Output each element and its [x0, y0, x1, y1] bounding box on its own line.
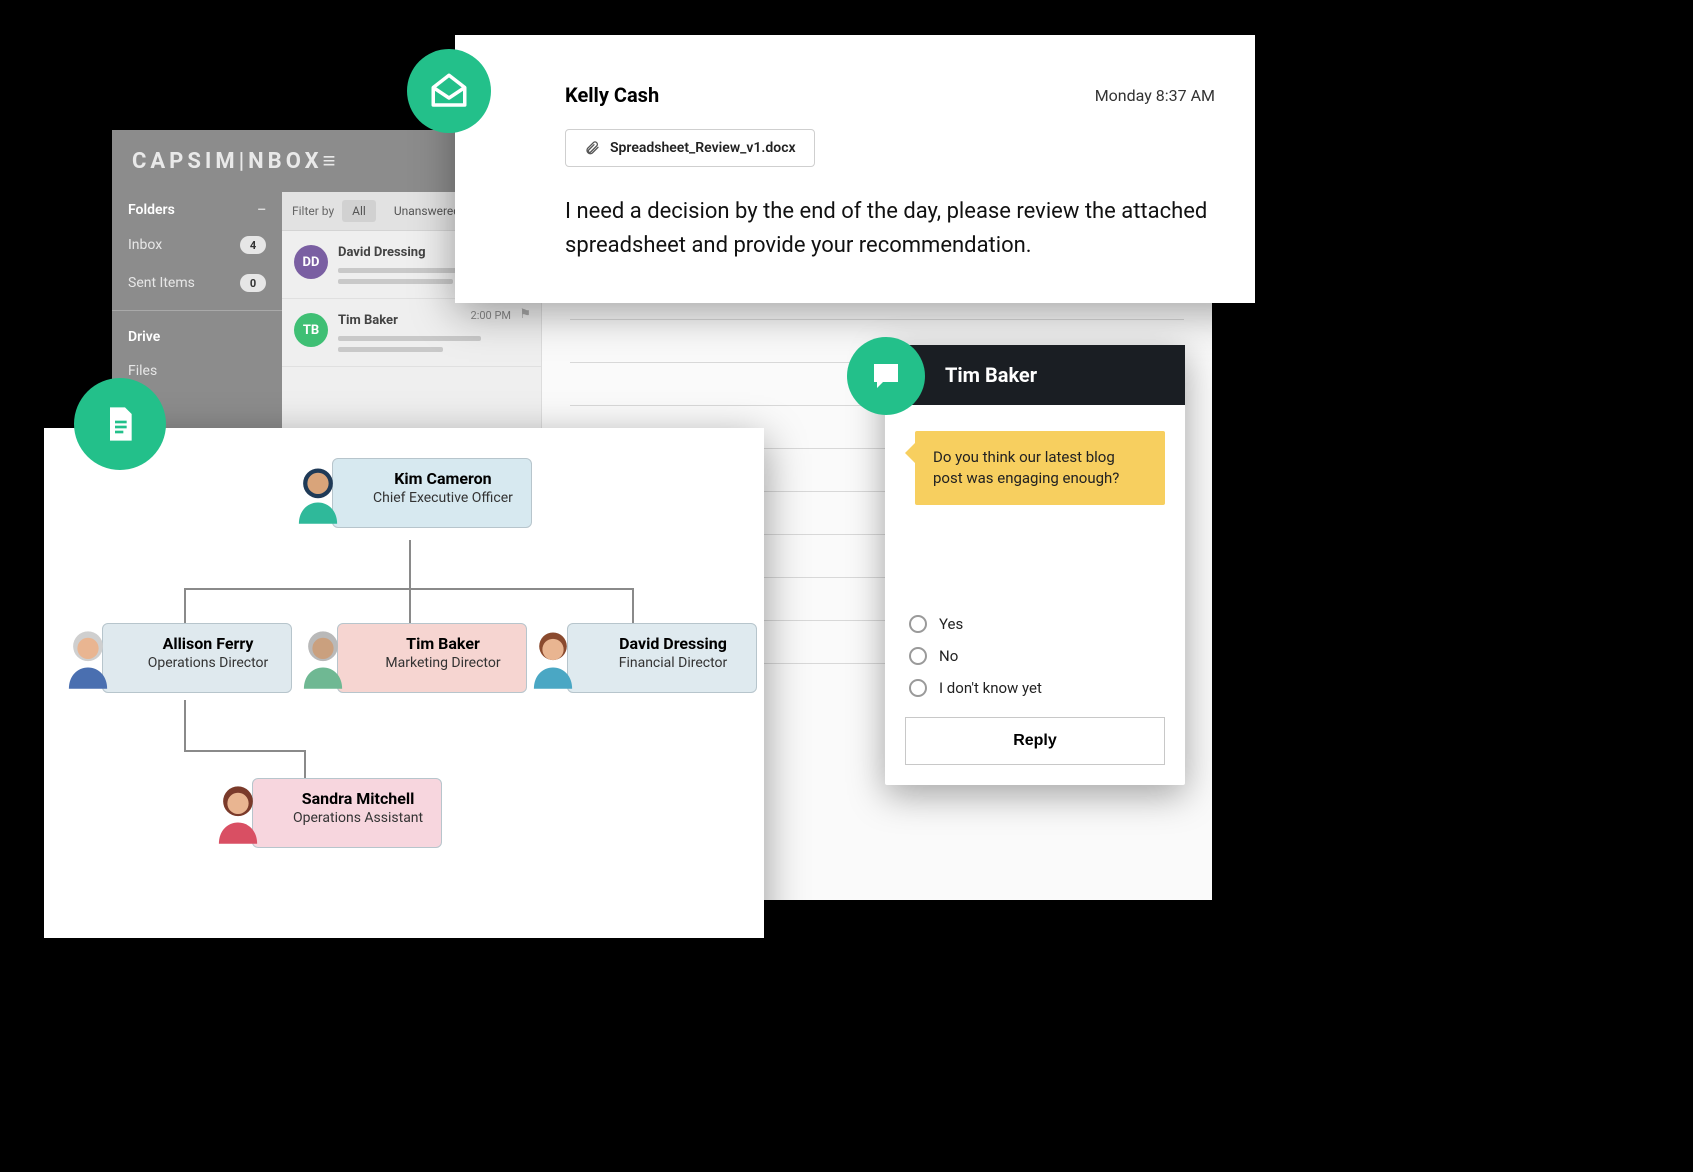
sidebar-item-inbox[interactable]: Inbox 4 [112, 226, 282, 264]
chat-icon [847, 337, 925, 415]
chat-option[interactable]: I don't know yet [909, 679, 1165, 697]
divider [112, 310, 282, 311]
person-name: Sandra Mitchell [293, 789, 423, 808]
email-timestamp: Monday 8:37 AM [1095, 86, 1215, 105]
person-title: Operations Director [143, 655, 273, 671]
filter-label: Filter by [292, 204, 334, 218]
person-card: Sandra Mitchell Operations Assistant [252, 778, 442, 848]
chat-sender: Tim Baker [885, 345, 1185, 405]
mail-icon [407, 49, 491, 133]
avatar-icon [519, 625, 587, 693]
reply-button[interactable]: Reply [905, 717, 1165, 765]
sidebar-item-sent[interactable]: Sent Items 0 [112, 264, 282, 302]
person-name: Kim Cameron [373, 469, 513, 488]
flag-icon[interactable]: ⚑ [519, 307, 531, 322]
avatar-icon [204, 780, 272, 848]
attachment-name: Spreadsheet_Review_v1.docx [610, 140, 796, 156]
message-row[interactable]: TB Tim Baker 2:00 PM ⚑ [282, 299, 541, 367]
connector [304, 750, 306, 780]
chat-option[interactable]: Yes [909, 615, 1165, 633]
chat-panel: Tim Baker Do you think our latest blog p… [885, 345, 1185, 785]
connector [632, 588, 634, 628]
radio-icon [909, 615, 927, 633]
person-title: Marketing Director [378, 655, 508, 671]
person-name: Allison Ferry [143, 634, 273, 653]
chat-message: Do you think our latest blog post was en… [915, 431, 1165, 505]
chat-option[interactable]: No [909, 647, 1165, 665]
avatar-icon [284, 460, 352, 528]
sent-count-badge: 0 [240, 274, 266, 292]
person-name: David Dressing [608, 634, 738, 653]
folders-heading: Folders – [112, 192, 282, 226]
sidebar-item-label: Files [128, 363, 157, 379]
inbox-count-badge: 4 [240, 236, 266, 254]
collapse-icon[interactable]: – [257, 202, 266, 218]
sidebar-item-label: Sent Items [128, 275, 195, 291]
person-title: Financial Director [608, 655, 738, 671]
person-card: Kim Cameron Chief Executive Officer [332, 458, 532, 528]
radio-icon [909, 647, 927, 665]
email-sender: Kelly Cash [565, 83, 659, 107]
filter-chip-all[interactable]: All [342, 200, 376, 222]
paperclip-icon [584, 140, 600, 156]
sidebar-item-label: Inbox [128, 237, 162, 253]
attachment-chip[interactable]: Spreadsheet_Review_v1.docx [565, 129, 815, 167]
message-time: 2:00 PM [471, 309, 511, 322]
org-person-ceo[interactable]: Kim Cameron Chief Executive Officer [284, 458, 532, 528]
email-preview-card: Kelly Cash Monday 8:37 AM Spreadsheet_Re… [455, 35, 1255, 303]
org-person-fin[interactable]: David Dressing Financial Director [519, 623, 757, 693]
avatar-icon [54, 625, 122, 693]
person-title: Chief Executive Officer [373, 490, 513, 506]
person-card: Tim Baker Marketing Director [337, 623, 527, 693]
connector [409, 540, 411, 588]
person-title: Operations Assistant [293, 810, 423, 826]
connector [184, 588, 186, 628]
org-person-mkt[interactable]: Tim Baker Marketing Director [289, 623, 527, 693]
org-chart-card: Kim Cameron Chief Executive Officer Alli… [44, 428, 764, 938]
org-person-asst[interactable]: Sandra Mitchell Operations Assistant [204, 778, 442, 848]
email-body: I need a decision by the end of the day,… [565, 195, 1215, 263]
chat-option-label: Yes [939, 615, 963, 633]
folders-label: Folders [128, 202, 175, 218]
connector [184, 700, 186, 750]
connector [409, 588, 411, 628]
chat-option-label: I don't know yet [939, 679, 1042, 697]
drive-label: Drive [128, 329, 160, 345]
connector [184, 750, 304, 752]
avatar: TB [294, 313, 328, 347]
person-card: David Dressing Financial Director [567, 623, 757, 693]
radio-icon [909, 679, 927, 697]
chat-options: Yes No I don't know yet [905, 615, 1165, 697]
avatar: DD [294, 245, 328, 279]
drive-heading: Drive [112, 319, 282, 353]
org-person-ops[interactable]: Allison Ferry Operations Director [54, 623, 292, 693]
avatar-icon [289, 625, 357, 693]
person-card: Allison Ferry Operations Director [102, 623, 292, 693]
person-name: Tim Baker [378, 634, 508, 653]
chat-option-label: No [939, 647, 958, 665]
